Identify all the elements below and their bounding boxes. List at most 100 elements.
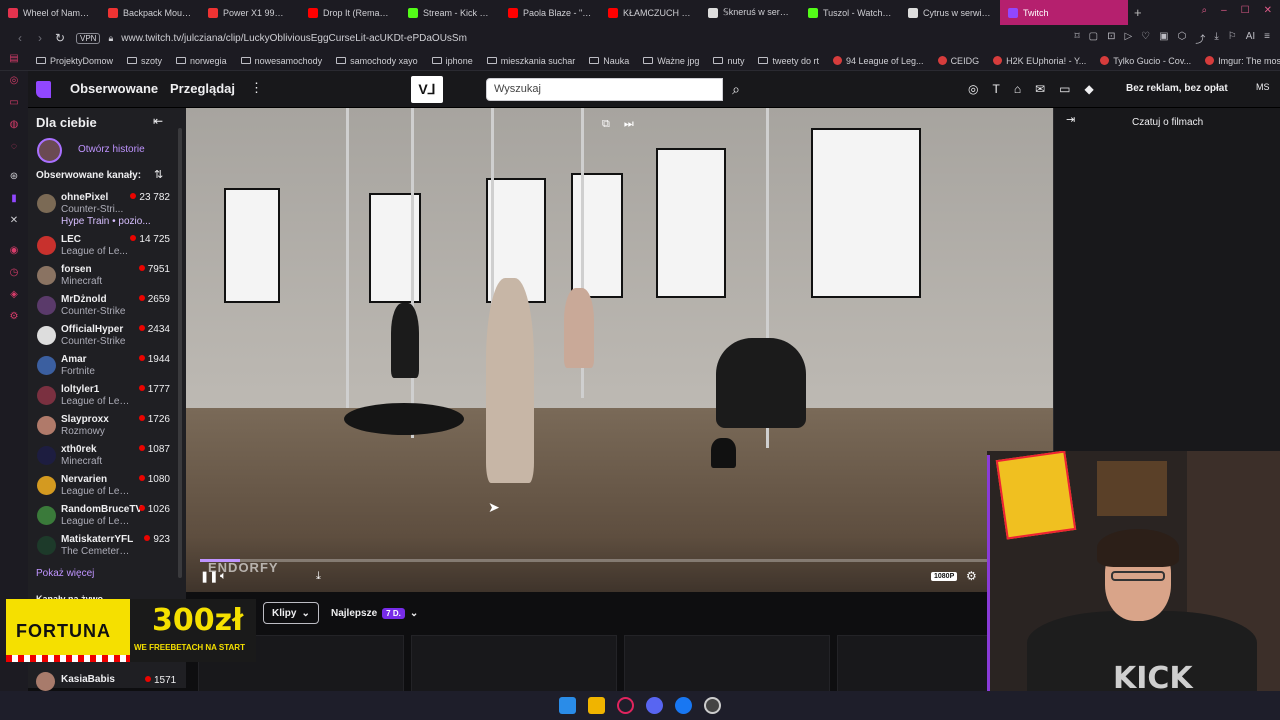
search-input[interactable]: Wyszukaj bbox=[486, 78, 723, 101]
snapshot-icon[interactable]: ▢ bbox=[1089, 31, 1098, 46]
open-stories-link[interactable]: Otwórz historie bbox=[78, 144, 145, 155]
discord-icon[interactable] bbox=[646, 697, 663, 714]
speed-dial-icon[interactable]: ▤ bbox=[8, 53, 20, 65]
chatgpt-icon[interactable]: ⊛ bbox=[8, 171, 20, 183]
user-avatar[interactable]: MS bbox=[1256, 82, 1270, 92]
share-icon[interactable]: ⤴ bbox=[1195, 31, 1205, 46]
bookmark-item[interactable]: samochody xayo bbox=[336, 56, 418, 66]
sidebar-channel[interactable]: MatiskaterrYFL The Cemetery ... 923 bbox=[28, 534, 186, 564]
flow-icon[interactable]: ⚐ bbox=[1228, 31, 1237, 46]
browser-tab[interactable]: Backpack Mount f bbox=[100, 0, 200, 25]
volume-icon[interactable]: 🔈︎ bbox=[220, 570, 227, 583]
sidebar-channel[interactable]: LEC League of Le... 14 725 bbox=[28, 234, 186, 264]
bookmark-item[interactable]: Tylko Gucio - Cov... bbox=[1100, 56, 1191, 66]
browser-tab[interactable]: Drop It (Remaster bbox=[300, 0, 400, 25]
sidebar-scrollbar[interactable] bbox=[178, 128, 182, 578]
forward-icon[interactable]: › bbox=[30, 31, 50, 45]
url-field[interactable]: www.twitch.tv/julcziana/clip/LuckyOblivi… bbox=[121, 33, 467, 44]
bookmark-item[interactable]: Nauka bbox=[589, 56, 629, 66]
sidebar-channel[interactable]: forsen Minecraft 7951 bbox=[28, 264, 186, 294]
pin-icon[interactable]: ◈ bbox=[8, 289, 20, 301]
aria-sidebar-icon[interactable]: ◎ bbox=[8, 75, 20, 87]
bookmark-item[interactable]: nuty bbox=[713, 56, 744, 66]
bits-icon[interactable]: ◆ bbox=[1084, 82, 1093, 96]
maximize-icon[interactable]: ☐ bbox=[1241, 5, 1250, 16]
nav-following[interactable]: Obserwowane bbox=[70, 81, 158, 96]
search-icon[interactable]: ⌕ bbox=[724, 78, 748, 101]
menu-icon[interactable]: ≡ bbox=[1264, 31, 1270, 46]
loot-icon[interactable]: ⌂ bbox=[1014, 82, 1021, 96]
bookmark-item[interactable]: Imgur: The most a... bbox=[1205, 56, 1280, 66]
bookmark-item[interactable]: nowesamochody bbox=[240, 56, 322, 66]
sidebar-channel[interactable]: Slayproxx Rozmowy 1726 bbox=[28, 414, 186, 444]
browser-tab[interactable]: Power X1 99Wh Be bbox=[200, 0, 300, 25]
browser-tab[interactable]: 𝕊kneruś w serwis bbox=[700, 0, 800, 25]
shopping-icon[interactable]: ▭ bbox=[8, 97, 20, 109]
nav-browse[interactable]: Przeglądaj bbox=[170, 81, 235, 96]
bookmark-item[interactable]: 94 League of Leg... bbox=[832, 56, 924, 66]
screenshot-icon[interactable]: ⊡ bbox=[1107, 31, 1115, 46]
heart-icon[interactable]: ♡ bbox=[1141, 31, 1150, 46]
start-icon[interactable] bbox=[559, 697, 576, 714]
bookmark-item[interactable]: szoty bbox=[127, 56, 162, 66]
browser-tab[interactable]: Cytrus w serwisie bbox=[900, 0, 1000, 25]
x-sidebar-icon[interactable]: ✕ bbox=[8, 215, 20, 227]
predictions-icon[interactable]: ◎ bbox=[968, 82, 978, 96]
next-clip-icon[interactable]: ⏭ bbox=[624, 118, 634, 131]
aria-icon[interactable]: AI bbox=[1246, 31, 1255, 46]
extensions-icon[interactable]: ⬡ bbox=[1178, 31, 1187, 46]
sidebar-channel[interactable]: RandomBruceTV League of Leg... 1026 bbox=[28, 504, 186, 534]
extension-t-icon[interactable]: T bbox=[992, 82, 999, 96]
extension-logo[interactable]: V⅃ bbox=[411, 76, 443, 103]
whatsapp-icon[interactable]: ◌ bbox=[8, 141, 20, 153]
sort-dropdown[interactable]: Najlepsze 7 D. ⌄ bbox=[323, 602, 426, 624]
vpn-badge[interactable]: VPN bbox=[76, 32, 101, 44]
bookmark-item[interactable]: Ważne jpg bbox=[643, 56, 699, 66]
bookmark-item[interactable]: mieszkania suchar bbox=[486, 56, 575, 66]
settings-icon[interactable]: ⚙ bbox=[8, 311, 20, 323]
browser-tab[interactable]: Stream - Kick Dash bbox=[400, 0, 500, 25]
download-clip-icon[interactable]: ⤓ bbox=[316, 570, 321, 583]
facebook-icon[interactable] bbox=[675, 697, 692, 714]
steam-icon[interactable] bbox=[704, 697, 721, 714]
popout-icon[interactable]: ⧉ bbox=[602, 118, 610, 131]
back-icon[interactable]: ‹ bbox=[10, 31, 30, 45]
sidebar-channel[interactable]: OfficialHyper Counter-Strike 2434 bbox=[28, 324, 186, 354]
music-icon[interactable]: ◉ bbox=[8, 245, 20, 257]
clip-card[interactable] bbox=[624, 635, 830, 692]
download-icon[interactable]: ⤓ bbox=[1214, 31, 1218, 46]
minimize-icon[interactable]: – bbox=[1221, 5, 1227, 16]
turbo-button[interactable]: Bez reklam, bez opłat bbox=[1126, 83, 1228, 94]
bookmark-item[interactable]: tweety do rt bbox=[758, 56, 819, 66]
whispers-icon[interactable]: ▭ bbox=[1059, 82, 1070, 96]
bookmark-item[interactable]: ProjektyDomow bbox=[36, 56, 113, 66]
show-more-link[interactable]: Pokaż więcej bbox=[36, 568, 94, 579]
file-explorer-icon[interactable] bbox=[588, 697, 605, 714]
browser-tab[interactable]: KŁAMCZUCH INF bbox=[600, 0, 700, 25]
progress-bar[interactable] bbox=[200, 559, 990, 562]
pause-icon[interactable]: ❚❚ bbox=[200, 570, 218, 583]
messenger-icon[interactable]: ◍ bbox=[8, 119, 20, 131]
sidebar-channel[interactable]: Amar Fortnite 1944 bbox=[28, 354, 186, 384]
sidebar-channel[interactable]: MrDżnold Counter-Strike 2659 bbox=[28, 294, 186, 324]
bookmark-item[interactable]: norwegia bbox=[176, 56, 227, 66]
bookmark-item[interactable]: CEIDG bbox=[937, 56, 979, 66]
sidebar-channel[interactable]: xth0rek Minecraft 1087 bbox=[28, 444, 186, 474]
bookmark-item[interactable]: H2K EUphoria! - Y... bbox=[993, 56, 1086, 66]
quality-badge[interactable]: 1080P bbox=[931, 572, 958, 581]
clip-card[interactable] bbox=[411, 635, 617, 692]
history-icon[interactable]: ◷ bbox=[8, 267, 20, 279]
bookmark-icon[interactable]: ⌑ bbox=[1074, 31, 1079, 46]
search-tabs-icon[interactable]: ⌕ bbox=[1201, 5, 1207, 16]
sidebar-channel[interactable]: loltyler1 League of Leg... 1777 bbox=[28, 384, 186, 414]
gear-icon[interactable]: ⚙ bbox=[966, 569, 977, 583]
browser-tab[interactable]: Twitch bbox=[1000, 0, 1128, 25]
fortuna-ad-banner[interactable]: FORTUNA 300zł WE FREEBETACH NA START bbox=[6, 599, 256, 662]
collapse-chat-icon[interactable]: ⇥ bbox=[1066, 113, 1075, 126]
bookmark-item[interactable]: iphone bbox=[431, 56, 473, 66]
more-menu-icon[interactable]: ⋮ bbox=[250, 80, 263, 96]
browser-tab[interactable]: Paola Blaze - "rod bbox=[500, 0, 600, 25]
twitch-sidebar-icon[interactable]: ▮ bbox=[8, 193, 20, 205]
twitch-logo-icon[interactable] bbox=[36, 81, 51, 98]
sidebar-channel[interactable]: Nervarien League of Leg... 1080 bbox=[28, 474, 186, 504]
